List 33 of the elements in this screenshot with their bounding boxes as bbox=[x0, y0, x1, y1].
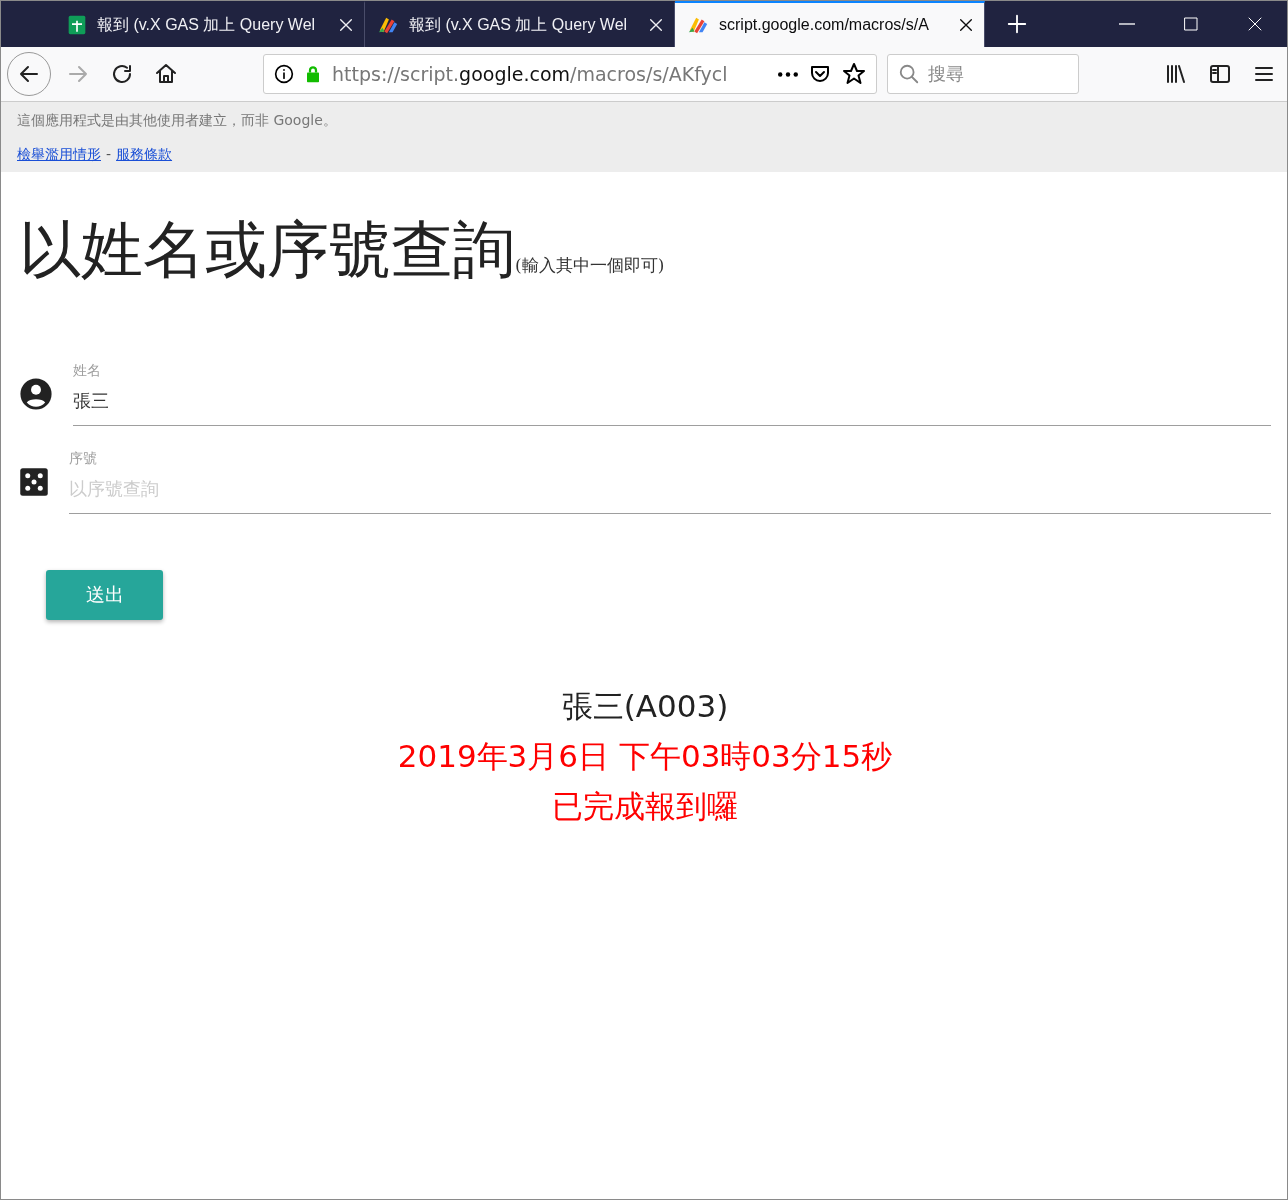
maximize-icon bbox=[1183, 16, 1199, 32]
link-separator: - bbox=[106, 146, 112, 164]
minimize-icon bbox=[1119, 23, 1135, 25]
lock-icon bbox=[304, 64, 322, 84]
library-icon bbox=[1164, 62, 1188, 86]
search-field[interactable]: 搜尋 bbox=[887, 54, 1079, 94]
result-name: 張三(A003) bbox=[561, 687, 729, 726]
close-icon bbox=[1247, 16, 1263, 32]
close-icon bbox=[958, 17, 974, 33]
field-label: 姓名 bbox=[73, 362, 102, 380]
plus-icon bbox=[1006, 13, 1028, 35]
title-hint: (輸入其中一個即可) bbox=[515, 254, 665, 277]
notice-text: 這個應用程式是由其他使用者建立，而非 Google。 bbox=[17, 112, 338, 130]
star-icon bbox=[842, 62, 866, 86]
terms-link[interactable]: 服務條款 bbox=[116, 146, 173, 164]
address-bar[interactable]: https://script.google.com/macros/s/AKfycl bbox=[263, 54, 877, 94]
reload-icon bbox=[110, 62, 134, 86]
field-label: 序號 bbox=[69, 450, 98, 468]
search-icon bbox=[898, 63, 920, 85]
account-circle-icon bbox=[19, 377, 53, 411]
report-abuse-link[interactable]: 檢舉濫用情形 bbox=[17, 146, 101, 164]
home-icon bbox=[154, 62, 178, 86]
result-message: 已完成報到囉 bbox=[552, 787, 738, 826]
info-icon bbox=[274, 64, 294, 84]
dice-icon bbox=[19, 467, 49, 497]
more-icon bbox=[778, 71, 798, 77]
close-icon bbox=[648, 17, 664, 33]
spreadsheet-icon bbox=[67, 14, 87, 36]
page-title: 以姓名或序號查詢 bbox=[19, 212, 515, 288]
close-icon bbox=[338, 17, 354, 33]
result-message: 2019年3月6日 下午03時03分15秒 bbox=[397, 737, 893, 776]
sidebar-icon bbox=[1208, 62, 1232, 86]
browser-tab[interactable]: script.google.com/macros/s/A bbox=[675, 1, 985, 47]
